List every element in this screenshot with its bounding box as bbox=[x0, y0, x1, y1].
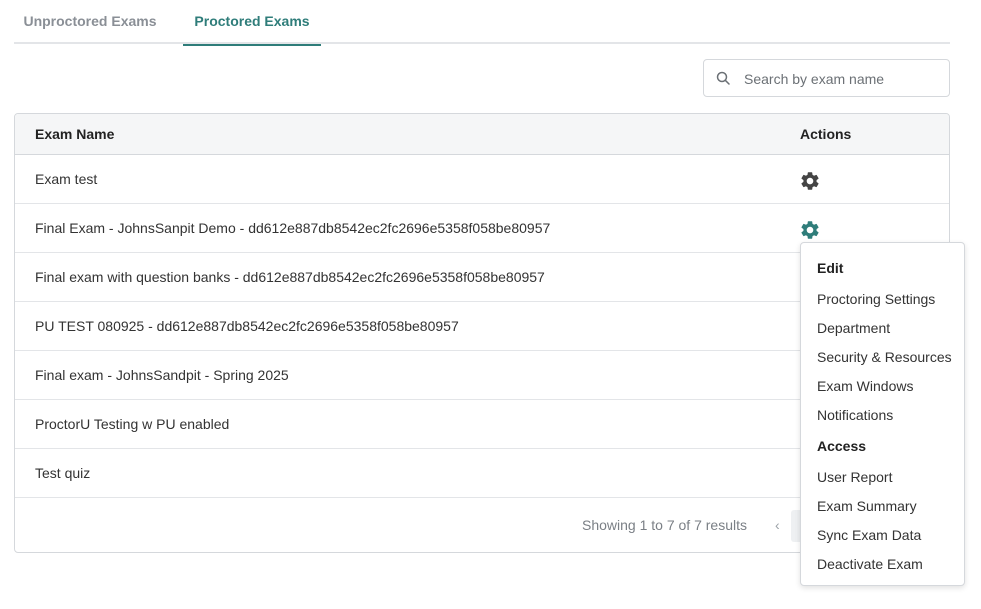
menu-header-access: Access bbox=[817, 438, 867, 454]
search-box bbox=[703, 59, 950, 98]
menu-item-exam-summary[interactable]: Exam Summary bbox=[817, 498, 917, 514]
tab-proctored-exams[interactable]: Proctored Exams bbox=[183, 0, 321, 46]
column-header-exam-name: Exam Name bbox=[35, 126, 115, 142]
menu-header-edit: Edit bbox=[817, 260, 844, 276]
table-row: Exam test bbox=[15, 155, 949, 204]
menu-item-notifications[interactable]: Notifications bbox=[817, 407, 893, 423]
menu-item-deactivate-exam[interactable]: Deactivate Exam bbox=[817, 556, 923, 572]
exam-name-cell: PU TEST 080925 - dd612e887db8542ec2fc269… bbox=[35, 318, 459, 334]
search-icon bbox=[716, 71, 730, 85]
previous-page-button[interactable]: ‹ bbox=[775, 498, 780, 552]
table-header: Exam Name Actions bbox=[15, 114, 949, 155]
menu-item-user-report[interactable]: User Report bbox=[817, 469, 892, 485]
results-summary: Showing 1 to 7 of 7 results bbox=[582, 517, 747, 533]
menu-item-security-resources[interactable]: Security & Resources bbox=[817, 349, 952, 365]
tab-unproctored-exams[interactable]: Unproctored Exams bbox=[14, 0, 166, 44]
exam-name-cell: Final exam - JohnsSandpit - Spring 2025 bbox=[35, 367, 289, 383]
search-input[interactable] bbox=[742, 60, 946, 98]
gear-icon[interactable] bbox=[799, 219, 821, 241]
menu-item-department[interactable]: Department bbox=[817, 320, 890, 336]
actions-dropdown-menu: Edit Proctoring Settings Department Secu… bbox=[800, 242, 965, 586]
gear-icon[interactable] bbox=[799, 170, 821, 192]
exam-name-cell: ProctorU Testing w PU enabled bbox=[35, 416, 230, 432]
column-header-actions: Actions bbox=[800, 126, 852, 142]
exam-name-cell: Final exam with question banks - dd612e8… bbox=[35, 269, 545, 285]
exam-name-cell: Exam test bbox=[35, 171, 98, 187]
exam-name-cell: Final Exam - JohnsSanpit Demo - dd612e88… bbox=[35, 220, 551, 236]
exam-tabs: Unproctored Exams Proctored Exams bbox=[14, 0, 950, 46]
menu-item-exam-windows[interactable]: Exam Windows bbox=[817, 378, 913, 394]
menu-item-proctoring-settings[interactable]: Proctoring Settings bbox=[817, 291, 935, 307]
menu-item-sync-exam-data[interactable]: Sync Exam Data bbox=[817, 527, 921, 543]
exam-name-cell: Test quiz bbox=[35, 465, 91, 481]
